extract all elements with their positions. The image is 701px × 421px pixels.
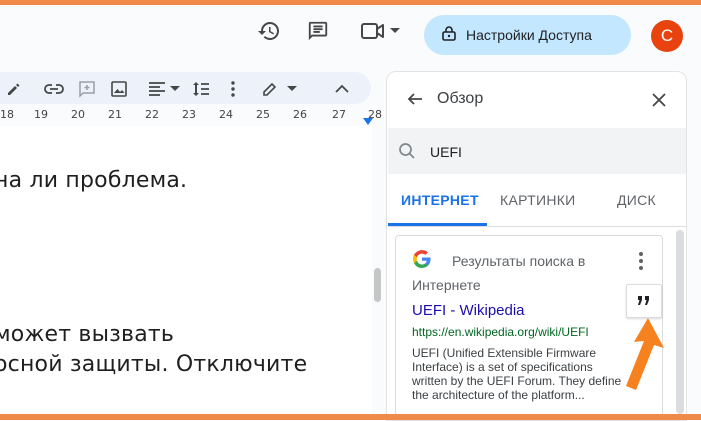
add-comment-icon[interactable] <box>78 79 96 99</box>
tab-web[interactable]: ИНТЕРНЕТ <box>401 192 479 208</box>
card-heading-continued: Интернете <box>412 277 481 293</box>
result-title-link[interactable]: UEFI - Wikipedia <box>412 302 525 319</box>
video-call-icon[interactable] <box>360 18 386 44</box>
ruler-label: 22 <box>145 108 159 121</box>
quote-icon <box>638 296 649 305</box>
image-icon[interactable] <box>110 79 128 99</box>
annotation-arrow-icon <box>626 318 664 390</box>
panel-scrollbar[interactable] <box>676 230 684 414</box>
more-vert-icon[interactable] <box>230 79 236 99</box>
lock-icon <box>442 25 456 46</box>
ruler-label: 23 <box>182 108 196 121</box>
google-logo-icon <box>413 250 433 270</box>
tab-images[interactable]: КАРТИНКИ <box>500 192 576 208</box>
share-button[interactable]: Настройки Доступа <box>424 15 631 55</box>
right-indent-marker[interactable] <box>363 118 373 125</box>
frame-border-bottom <box>0 414 701 420</box>
card-more-vert-icon[interactable] <box>631 250 651 272</box>
chevron-down-icon[interactable] <box>170 79 180 99</box>
ruler-label: 24 <box>219 108 233 121</box>
align-left-icon[interactable] <box>148 79 166 99</box>
close-icon[interactable] <box>648 89 670 111</box>
document-scrollbar[interactable] <box>374 268 381 302</box>
document-text-line: осной защиты. Отключите <box>0 352 308 377</box>
edit-mode-icon[interactable] <box>262 79 278 99</box>
search-input[interactable] <box>430 141 670 163</box>
horizontal-ruler[interactable]: 18 19 20 21 22 23 24 25 26 27 28 <box>0 108 385 122</box>
document-text-line: может вызвать <box>0 322 175 347</box>
history-icon[interactable] <box>256 18 282 44</box>
highlight-pen-icon[interactable] <box>6 79 22 99</box>
search-icon <box>398 142 418 162</box>
ruler-label: 21 <box>108 108 122 121</box>
ruler-label: 25 <box>256 108 270 121</box>
tab-drive[interactable]: ДИСК <box>617 192 656 208</box>
link-icon[interactable] <box>44 79 64 99</box>
chevron-up-icon[interactable] <box>335 79 349 99</box>
ruler-label: 20 <box>71 108 85 121</box>
chevron-down-icon[interactable] <box>287 79 297 99</box>
back-arrow-icon[interactable] <box>404 88 426 110</box>
ruler-label: 19 <box>34 108 48 121</box>
avatar[interactable]: C <box>651 20 683 52</box>
line-spacing-icon[interactable] <box>192 79 210 99</box>
card-heading: Результаты поиска в <box>452 253 586 269</box>
document-page[interactable]: на ли проблема. может вызвать осной защи… <box>0 126 372 414</box>
panel-title: Обзор <box>437 90 484 107</box>
ruler-label: 27 <box>332 108 346 121</box>
result-url: https://en.wikipedia.org/wiki/UEFI <box>412 325 589 339</box>
comment-icon[interactable] <box>305 18 331 44</box>
ruler-label: 18 <box>0 108 14 121</box>
document-text-line: на ли проблема. <box>0 168 188 193</box>
chevron-down-icon[interactable] <box>388 18 402 44</box>
tabs-divider <box>388 226 686 227</box>
ruler-label: 26 <box>293 108 307 121</box>
result-snippet: UEFI (Unified Extensible Firmware Interf… <box>412 346 622 402</box>
share-button-label: Настройки Доступа <box>466 27 592 43</box>
